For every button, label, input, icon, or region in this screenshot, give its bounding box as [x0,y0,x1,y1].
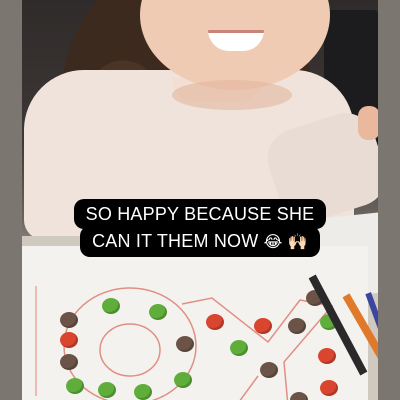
cereal-piece [206,314,224,330]
story-frame: SO HAPPY BECAUSE SHE CAN IT THEM NOW 😂 🙌… [0,0,400,400]
cereal-piece [60,312,78,328]
right-border [378,0,400,400]
cereal-piece [174,372,192,388]
chin-shadow [172,80,292,110]
cereal-piece [318,348,336,364]
cereal-piece [66,378,84,394]
letter-outline-o-inner [99,323,161,377]
cereal-piece [60,354,78,370]
laughing-emoji-icon: 😂 [263,232,283,251]
caption: SO HAPPY BECAUSE SHE CAN IT THEM NOW 😂 🙌… [0,199,400,257]
letter-outline-y [181,297,334,400]
cereal-piece [176,336,194,352]
letter-outline-y-2 [239,375,259,400]
hand [358,106,378,140]
cereal-piece [149,304,167,320]
cereal-piece [260,362,278,378]
left-border [0,0,22,400]
caption-line-1: SO HAPPY BECAUSE SHE [73,199,327,229]
cereal-piece [102,298,120,314]
cereal-piece [134,384,152,400]
cereal-piece [288,318,306,334]
cereal-piece [320,380,338,396]
cereal-piece [230,340,248,356]
caption-text-2: CAN IT THEM NOW [92,231,259,251]
cereal-piece [60,332,78,348]
cereal-piece [98,382,116,398]
caption-text-1: SO HAPPY BECAUSE SHE [85,204,315,224]
cereal-piece [254,318,272,334]
raised-hands-emoji-icon: 🙌🏻 [287,232,308,251]
caption-line-2: CAN IT THEM NOW 😂 🙌🏻 [80,226,320,257]
